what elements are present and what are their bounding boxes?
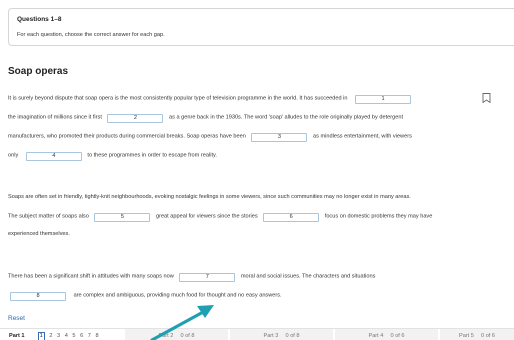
question-nav-7[interactable]: 7 <box>88 329 91 340</box>
passage-line-5: Soaps are often set in friendly, tightly… <box>8 194 411 202</box>
question-nav-8[interactable]: 8 <box>95 329 98 340</box>
gap-input-8[interactable]: 8 <box>10 292 66 301</box>
part-2-label: Part 2 <box>158 333 174 339</box>
part-2-tab[interactable]: Part 2 0 of 8 <box>125 329 228 340</box>
passage-text: It is surely beyond dispute that soap op… <box>8 95 348 102</box>
part-4-label: Part 4 <box>368 333 384 339</box>
bookmark-icon[interactable] <box>482 93 491 103</box>
gap-input-6[interactable]: 6 <box>263 213 320 222</box>
gap-input-3[interactable]: 3 <box>251 133 308 142</box>
passage-title: Soap operas <box>8 66 69 77</box>
part-4-status: 0 of 6 <box>390 333 405 339</box>
part-5-tab[interactable]: Part 5 0 of 6 <box>440 329 514 340</box>
passage-line-3: manufacturers, who promoted their produc… <box>8 133 412 142</box>
passage-text: moral and social issues. The characters … <box>240 273 376 280</box>
passage-text: to these programmes in order to escape f… <box>87 152 217 159</box>
passage-line-1: It is surely beyond dispute that soap op… <box>8 95 413 104</box>
question-nav-1[interactable]: 1 <box>37 332 45 340</box>
passage-text: experienced themselves. <box>8 231 70 237</box>
part-3-label: Part 3 <box>263 333 279 339</box>
gap-input-7[interactable]: 7 <box>179 273 236 282</box>
gap-input-5[interactable]: 5 <box>94 213 151 222</box>
part-5-status: 0 of 6 <box>481 333 496 339</box>
part-4-tab[interactable]: Part 4 0 of 6 <box>335 329 438 340</box>
gap-input-4[interactable]: 4 <box>25 152 82 161</box>
passage-line-2: the imagination of millions since it fir… <box>8 114 403 123</box>
question-nav-2[interactable]: 2 <box>49 329 52 340</box>
part-1-label: Part 1 <box>9 333 25 339</box>
passage-text: as a genre back in the 1930s. The word '… <box>169 114 404 121</box>
part-1-tab[interactable]: Part 1 1 2 3 4 5 6 7 8 <box>0 329 125 340</box>
passage-text: the imagination of millions since it fir… <box>8 114 102 121</box>
passage-line-9: 8 are complex and ambiguous, providing m… <box>8 292 282 301</box>
part-3-tab[interactable]: Part 3 0 of 8 <box>230 329 333 340</box>
question-nav-4[interactable]: 4 <box>65 329 68 340</box>
gap-input-2[interactable]: 2 <box>107 114 164 123</box>
arrow-pointer-icon <box>150 305 214 340</box>
instructions-text: For each question, choose the correct an… <box>17 32 165 38</box>
passage-text: The subject matter of soaps also <box>8 213 89 220</box>
passage-line-7: experienced themselves. <box>8 231 70 239</box>
part-2-status: 0 of 8 <box>180 333 195 339</box>
part-5-label: Part 5 <box>458 333 474 339</box>
reset-link[interactable]: Reset <box>8 315 25 322</box>
passage-text: are complex and ambiguous, providing muc… <box>73 292 282 299</box>
passage-line-8: There has been a significant shift in at… <box>8 273 375 282</box>
gap-input-1[interactable]: 1 <box>355 95 412 104</box>
part-navigation-bar: Part 1 1 2 3 4 5 6 7 8 Part 2 0 of 8 Par… <box>0 328 514 340</box>
exam-page: Questions 1–8 For each question, choose … <box>0 0 514 340</box>
passage-text: as mindless entertainment, with viewers <box>313 133 412 140</box>
question-nav-6[interactable]: 6 <box>80 329 83 340</box>
passage-text: There has been a significant shift in at… <box>8 273 174 280</box>
part-3-status: 0 of 8 <box>285 333 300 339</box>
passage-line-4: only 4 to these programmes in order to e… <box>8 152 217 161</box>
passage-text: Soaps are often set in friendly, tightly… <box>8 194 411 200</box>
passage-text: only <box>8 152 19 159</box>
passage-text: manufacturers, who promoted their produc… <box>8 133 246 140</box>
question-nav-3[interactable]: 3 <box>57 329 60 340</box>
passage-line-6: The subject matter of soaps also 5 great… <box>8 213 432 222</box>
question-nav-5[interactable]: 5 <box>72 329 75 340</box>
passage-text: great appeal for viewers since the stori… <box>155 213 258 220</box>
passage-text: focus on domestic problems they may have <box>324 213 433 220</box>
instructions-box: Questions 1–8 For each question, choose … <box>8 8 514 46</box>
instructions-title: Questions 1–8 <box>17 16 62 23</box>
